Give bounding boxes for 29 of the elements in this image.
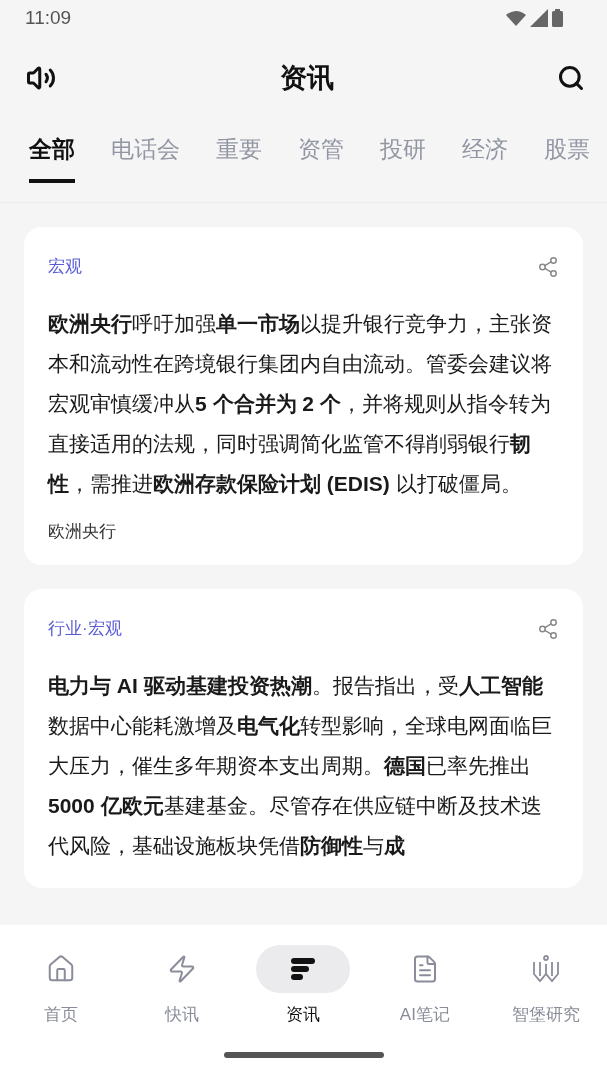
news-source: 欧洲央行 bbox=[48, 521, 117, 543]
nav-item[interactable]: 资讯 bbox=[243, 945, 364, 1026]
news-card[interactable]: 行业·宏观 电力与 AI 驱动基建投资热潮。报告指出，受人工智能数据中心能耗激增及电气化转型影响，全球电网面临巨大压力，催生多年期资本支出周期。德国已率先推出5000 亿欧元基建基金。尽管存在供应链中断及技术迭代风险，基础设施板块凭借防御性与成 bbox=[24, 589, 583, 888]
category-tab[interactable]: 电话会 bbox=[111, 134, 180, 183]
share-icon[interactable] bbox=[537, 255, 559, 278]
category-tab[interactable]: 经济 bbox=[462, 134, 508, 183]
bars-icon bbox=[291, 957, 316, 981]
category-tab[interactable]: 资管 bbox=[298, 134, 344, 183]
w-logo-icon bbox=[531, 954, 562, 984]
nav-item[interactable]: 快讯 bbox=[122, 945, 243, 1026]
wifi-icon bbox=[506, 9, 526, 26]
status-time: 11:09 bbox=[25, 6, 72, 29]
news-card[interactable]: 宏观 欧洲央行呼吁加强单一市场以提升银行竞争力，主张资本和流动性在跨境银行集团内自由流动。管委会建议将宏观审慎缓冲从5 个合并为 2 个，并将规则从指令转为直接适用的法规，同时强调简化监管不得削弱银行韧性，需推进欧洲存款保险计划 (EDIS) 以打破僵局。 欧洲央行 bbox=[24, 227, 583, 565]
category-label: 宏观 bbox=[48, 256, 82, 278]
signal-icon bbox=[530, 8, 548, 27]
battery-icon bbox=[552, 8, 563, 27]
category-tab[interactable]: 投研 bbox=[380, 134, 426, 183]
nav-item[interactable]: AI笔记 bbox=[364, 945, 485, 1026]
category-tab[interactable]: 全部 bbox=[29, 134, 75, 183]
category-tab[interactable]: 重要 bbox=[216, 134, 262, 183]
page-title: 资讯 bbox=[279, 61, 334, 95]
search-icon[interactable] bbox=[557, 63, 585, 92]
category-label: 行业·宏观 bbox=[48, 618, 122, 640]
news-text: 欧洲央行呼吁加强单一市场以提升银行竞争力，主张资本和流动性在跨境银行集团内自由流动。管委会建议将宏观审慎缓冲从5 个合并为 2 个，并将规则从指令转为直接适用的法规，同时强调简化监管不得削弱银行韧性，需推进欧洲存款保险计划 (EDIS) 以打破僵局。 bbox=[48, 311, 553, 497]
share-icon[interactable] bbox=[537, 617, 559, 640]
news-text: 电力与 AI 驱动基建投资热潮。报告指出，受人工智能数据中心能耗激增及电气化转型影响，全球电网面临巨大压力，催生多年期资本支出周期。德国已率先推出5000 亿欧元基建基金。尽管存在供应链中断及技术迭代风险，基础设施板块凭借防御性与成 bbox=[48, 673, 553, 859]
nav-item[interactable]: 智堡研究 bbox=[486, 945, 607, 1026]
category-tab[interactable]: 股票 bbox=[544, 134, 590, 183]
nav-item[interactable]: 首页 bbox=[0, 945, 121, 1026]
